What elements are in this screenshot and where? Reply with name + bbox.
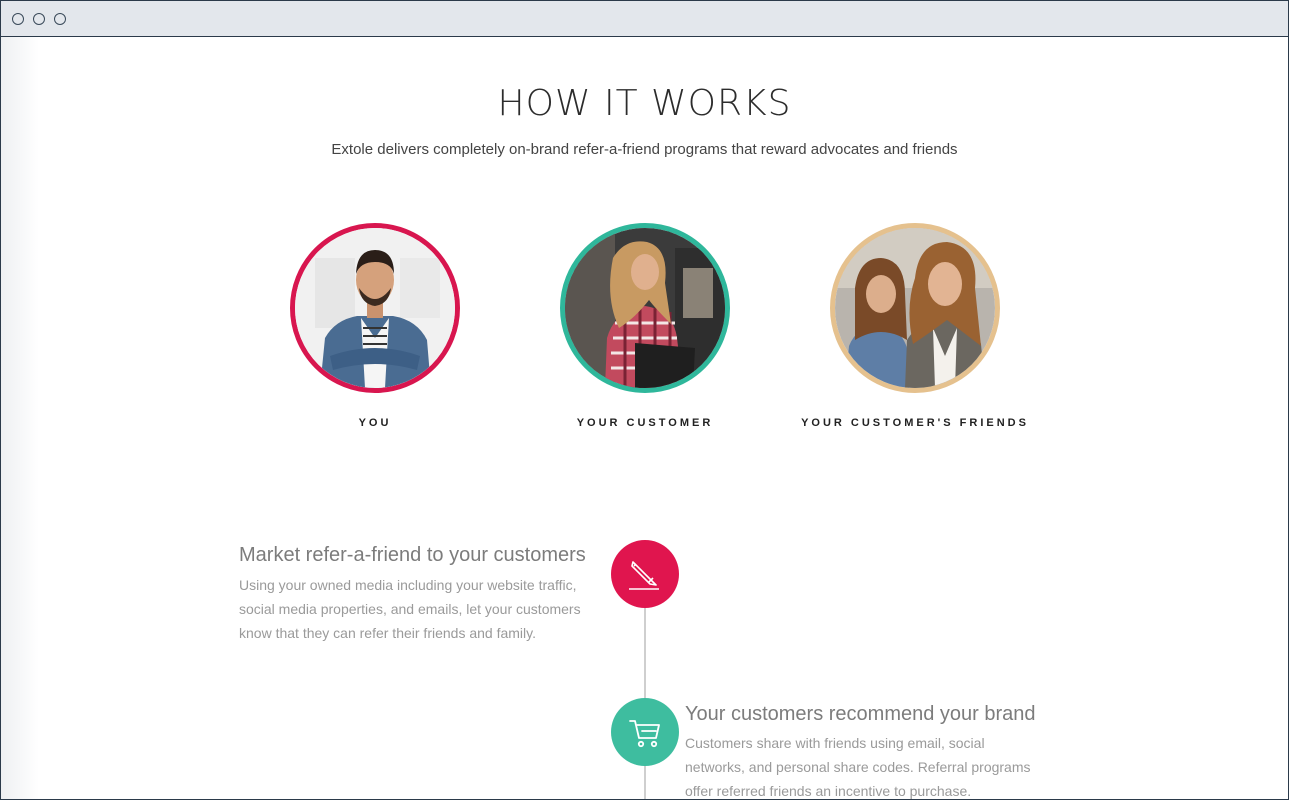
step-line: Customers share with friends using email… (685, 735, 985, 751)
persona-label: YOUR CUSTOMER'S FRIENDS (801, 417, 1029, 429)
persona-label: YOU (358, 417, 392, 429)
persona-you: YOU (240, 223, 510, 429)
page-subtitle: Extole delivers completely on-brand refe… (331, 141, 958, 158)
persona-customer: YOUR CUSTOMER (510, 223, 780, 429)
window-minimize-icon[interactable] (33, 13, 45, 25)
step-badge-market (611, 540, 679, 608)
page-title: HOW IT WORKS (497, 83, 792, 124)
browser-window: HOW IT WORKS Extole delivers completely … (0, 0, 1289, 800)
step-line: Using your owned media including your we… (239, 577, 577, 593)
step-line: social media properties, and emails, let… (239, 601, 581, 617)
step-description: Customers share with friends using email… (685, 731, 1031, 799)
two-women-photo-icon (835, 228, 995, 388)
window-maximize-icon[interactable] (54, 13, 66, 25)
step-title: Your customers recommend your brand (685, 703, 1036, 725)
woman-shopping-photo-icon (565, 228, 725, 388)
step-line: know that they can refer their friends a… (239, 625, 536, 641)
avatar-friends (830, 223, 1000, 393)
man-photo-icon (295, 228, 455, 388)
pencil-icon (629, 561, 659, 590)
cart-icon (629, 720, 660, 748)
persona-friends: YOUR CUSTOMER'S FRIENDS (780, 223, 1050, 429)
step-description: Using your owned media including your we… (239, 573, 581, 645)
timeline-connector (644, 607, 646, 699)
step-line: networks, and personal share codes. Refe… (685, 759, 1031, 775)
timeline-connector (644, 765, 646, 799)
step-line: offer referred friends an incentive to p… (685, 783, 972, 799)
step-title: Market refer-a-friend to your customers (239, 544, 586, 566)
step-badge-recommend (611, 698, 679, 766)
window-titlebar (1, 1, 1288, 37)
persona-label: YOUR CUSTOMER (576, 417, 714, 429)
avatar-you (290, 223, 460, 393)
avatar-customer (560, 223, 730, 393)
window-close-icon[interactable] (12, 13, 24, 25)
